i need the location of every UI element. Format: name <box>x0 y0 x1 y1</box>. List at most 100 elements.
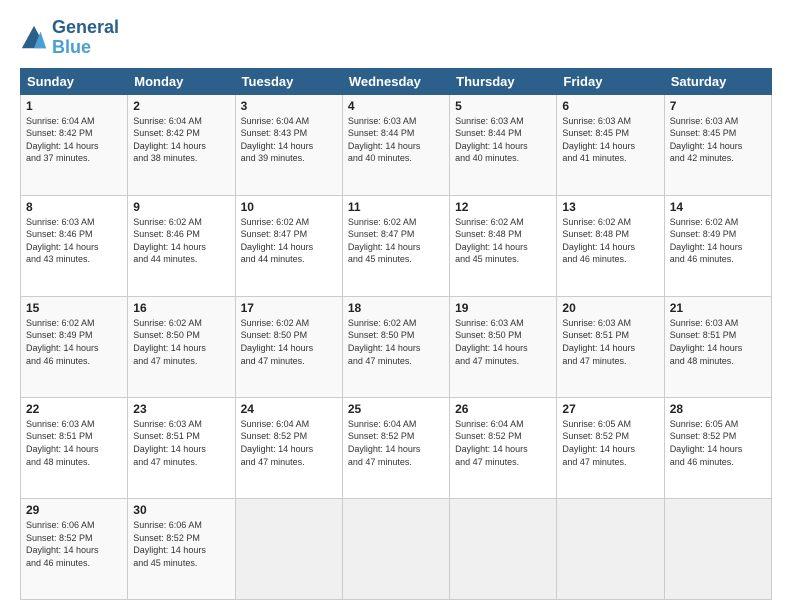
day-info: Sunrise: 6:02 AM Sunset: 8:47 PM Dayligh… <box>241 216 337 266</box>
day-number: 1 <box>26 99 122 113</box>
calendar-cell: 26 Sunrise: 6:04 AM Sunset: 8:52 PM Dayli… <box>450 397 557 498</box>
day-number: 28 <box>670 402 766 416</box>
day-number: 24 <box>241 402 337 416</box>
calendar-cell: 27Sunrise: 6:05 AM Sunset: 8:52 PM Dayli… <box>557 397 664 498</box>
calendar-body: 1 Sunrise: 6:04 AM Sunset: 8:42 PM Daylig… <box>21 94 772 599</box>
day-info: Sunrise: 6:02 AM Sunset: 8:50 PM Dayligh… <box>348 317 444 367</box>
calendar-week-3: 15Sunrise: 6:02 AM Sunset: 8:49 PM Dayli… <box>21 296 772 397</box>
calendar-cell: 2 Sunrise: 6:04 AM Sunset: 8:42 PM Daylig… <box>128 94 235 195</box>
calendar-week-5: 29 Sunrise: 6:06 AM Sunset: 8:52 PM Dayli… <box>21 498 772 599</box>
day-number: 12 <box>455 200 551 214</box>
day-number: 30 <box>133 503 229 517</box>
day-number: 29 <box>26 503 122 517</box>
page: General Blue SundayMondayTuesdayWednesda… <box>0 0 792 612</box>
weekday-header-wednesday: Wednesday <box>342 68 449 94</box>
calendar-cell <box>342 498 449 599</box>
calendar-cell: 8Sunrise: 6:03 AM Sunset: 8:46 PM Daylig… <box>21 195 128 296</box>
calendar-cell: 6 Sunrise: 6:03 AM Sunset: 8:45 PM Daylig… <box>557 94 664 195</box>
weekday-header-friday: Friday <box>557 68 664 94</box>
day-info: Sunrise: 6:03 AM Sunset: 8:50 PM Dayligh… <box>455 317 551 367</box>
day-number: 16 <box>133 301 229 315</box>
day-number: 8 <box>26 200 122 214</box>
calendar-cell: 24 Sunrise: 6:04 AM Sunset: 8:52 PM Dayli… <box>235 397 342 498</box>
day-info: Sunrise: 6:03 AM Sunset: 8:45 PM Dayligh… <box>670 115 766 165</box>
calendar-cell: 14 Sunrise: 6:02 AM Sunset: 8:49 PM Dayli… <box>664 195 771 296</box>
calendar-cell: 15Sunrise: 6:02 AM Sunset: 8:49 PM Dayli… <box>21 296 128 397</box>
day-number: 10 <box>241 200 337 214</box>
calendar-cell: 30 Sunrise: 6:06 AM Sunset: 8:52 PM Dayli… <box>128 498 235 599</box>
day-info: Sunrise: 6:02 AM Sunset: 8:47 PM Dayligh… <box>348 216 444 266</box>
calendar-cell: 12Sunrise: 6:02 AM Sunset: 8:48 PM Dayli… <box>450 195 557 296</box>
calendar-week-1: 1 Sunrise: 6:04 AM Sunset: 8:42 PM Daylig… <box>21 94 772 195</box>
calendar-cell <box>450 498 557 599</box>
day-number: 9 <box>133 200 229 214</box>
day-number: 6 <box>562 99 658 113</box>
day-number: 20 <box>562 301 658 315</box>
day-info: Sunrise: 6:04 AM Sunset: 8:42 PM Dayligh… <box>26 115 122 165</box>
day-info: Sunrise: 6:02 AM Sunset: 8:50 PM Dayligh… <box>241 317 337 367</box>
calendar-cell <box>557 498 664 599</box>
calendar-cell <box>235 498 342 599</box>
day-info: Sunrise: 6:03 AM Sunset: 8:51 PM Dayligh… <box>133 418 229 468</box>
day-number: 4 <box>348 99 444 113</box>
calendar-cell: 3 Sunrise: 6:04 AM Sunset: 8:43 PM Daylig… <box>235 94 342 195</box>
day-number: 14 <box>670 200 766 214</box>
logo-icon <box>20 24 48 52</box>
calendar-week-2: 8Sunrise: 6:03 AM Sunset: 8:46 PM Daylig… <box>21 195 772 296</box>
day-info: Sunrise: 6:06 AM Sunset: 8:52 PM Dayligh… <box>133 519 229 569</box>
calendar-cell: 25 Sunrise: 6:04 AM Sunset: 8:52 PM Dayli… <box>342 397 449 498</box>
day-number: 26 <box>455 402 551 416</box>
day-info: Sunrise: 6:05 AM Sunset: 8:52 PM Dayligh… <box>670 418 766 468</box>
calendar-week-4: 22 Sunrise: 6:03 AM Sunset: 8:51 PM Dayli… <box>21 397 772 498</box>
day-info: Sunrise: 6:02 AM Sunset: 8:49 PM Dayligh… <box>670 216 766 266</box>
day-info: Sunrise: 6:04 AM Sunset: 8:52 PM Dayligh… <box>241 418 337 468</box>
calendar-cell: 19 Sunrise: 6:03 AM Sunset: 8:50 PM Dayli… <box>450 296 557 397</box>
calendar-cell: 28 Sunrise: 6:05 AM Sunset: 8:52 PM Dayli… <box>664 397 771 498</box>
day-info: Sunrise: 6:03 AM Sunset: 8:44 PM Dayligh… <box>455 115 551 165</box>
calendar-cell: 1 Sunrise: 6:04 AM Sunset: 8:42 PM Daylig… <box>21 94 128 195</box>
day-number: 7 <box>670 99 766 113</box>
day-info: Sunrise: 6:02 AM Sunset: 8:49 PM Dayligh… <box>26 317 122 367</box>
day-info: Sunrise: 6:03 AM Sunset: 8:51 PM Dayligh… <box>670 317 766 367</box>
calendar-cell: 22Sunrise: 6:03 AM Sunset: 8:51 PM Dayli… <box>21 397 128 498</box>
weekday-header-monday: Monday <box>128 68 235 94</box>
calendar-cell: 16Sunrise: 6:02 AM Sunset: 8:50 PM Dayli… <box>128 296 235 397</box>
calendar-cell: 21 Sunrise: 6:03 AM Sunset: 8:51 PM Dayli… <box>664 296 771 397</box>
day-number: 27 <box>562 402 658 416</box>
calendar-cell: 17 Sunrise: 6:02 AM Sunset: 8:50 PM Dayli… <box>235 296 342 397</box>
day-number: 25 <box>348 402 444 416</box>
day-info: Sunrise: 6:06 AM Sunset: 8:52 PM Dayligh… <box>26 519 122 569</box>
calendar-cell: 20 Sunrise: 6:03 AM Sunset: 8:51 PM Dayli… <box>557 296 664 397</box>
day-number: 22 <box>26 402 122 416</box>
logo-text: General Blue <box>52 18 119 58</box>
day-info: Sunrise: 6:04 AM Sunset: 8:52 PM Dayligh… <box>455 418 551 468</box>
day-number: 19 <box>455 301 551 315</box>
day-info: Sunrise: 6:04 AM Sunset: 8:42 PM Dayligh… <box>133 115 229 165</box>
calendar-cell <box>664 498 771 599</box>
day-number: 3 <box>241 99 337 113</box>
day-number: 17 <box>241 301 337 315</box>
calendar-cell: 4 Sunrise: 6:03 AM Sunset: 8:44 PM Daylig… <box>342 94 449 195</box>
calendar-cell: 7 Sunrise: 6:03 AM Sunset: 8:45 PM Daylig… <box>664 94 771 195</box>
calendar-cell: 29 Sunrise: 6:06 AM Sunset: 8:52 PM Dayli… <box>21 498 128 599</box>
day-info: Sunrise: 6:03 AM Sunset: 8:51 PM Dayligh… <box>562 317 658 367</box>
day-number: 5 <box>455 99 551 113</box>
calendar-cell: 13Sunrise: 6:02 AM Sunset: 8:48 PM Dayli… <box>557 195 664 296</box>
calendar-cell: 23 Sunrise: 6:03 AM Sunset: 8:51 PM Dayli… <box>128 397 235 498</box>
day-number: 21 <box>670 301 766 315</box>
day-info: Sunrise: 6:03 AM Sunset: 8:45 PM Dayligh… <box>562 115 658 165</box>
weekday-header-thursday: Thursday <box>450 68 557 94</box>
calendar-cell: 10 Sunrise: 6:02 AM Sunset: 8:47 PM Dayli… <box>235 195 342 296</box>
logo: General Blue <box>20 18 119 58</box>
calendar-cell: 5 Sunrise: 6:03 AM Sunset: 8:44 PM Daylig… <box>450 94 557 195</box>
day-info: Sunrise: 6:04 AM Sunset: 8:52 PM Dayligh… <box>348 418 444 468</box>
day-info: Sunrise: 6:02 AM Sunset: 8:46 PM Dayligh… <box>133 216 229 266</box>
calendar-cell: 9 Sunrise: 6:02 AM Sunset: 8:46 PM Daylig… <box>128 195 235 296</box>
day-number: 23 <box>133 402 229 416</box>
calendar: SundayMondayTuesdayWednesdayThursdayFrid… <box>20 68 772 600</box>
day-info: Sunrise: 6:02 AM Sunset: 8:48 PM Dayligh… <box>562 216 658 266</box>
day-number: 2 <box>133 99 229 113</box>
day-info: Sunrise: 6:03 AM Sunset: 8:44 PM Dayligh… <box>348 115 444 165</box>
day-number: 11 <box>348 200 444 214</box>
day-info: Sunrise: 6:04 AM Sunset: 8:43 PM Dayligh… <box>241 115 337 165</box>
